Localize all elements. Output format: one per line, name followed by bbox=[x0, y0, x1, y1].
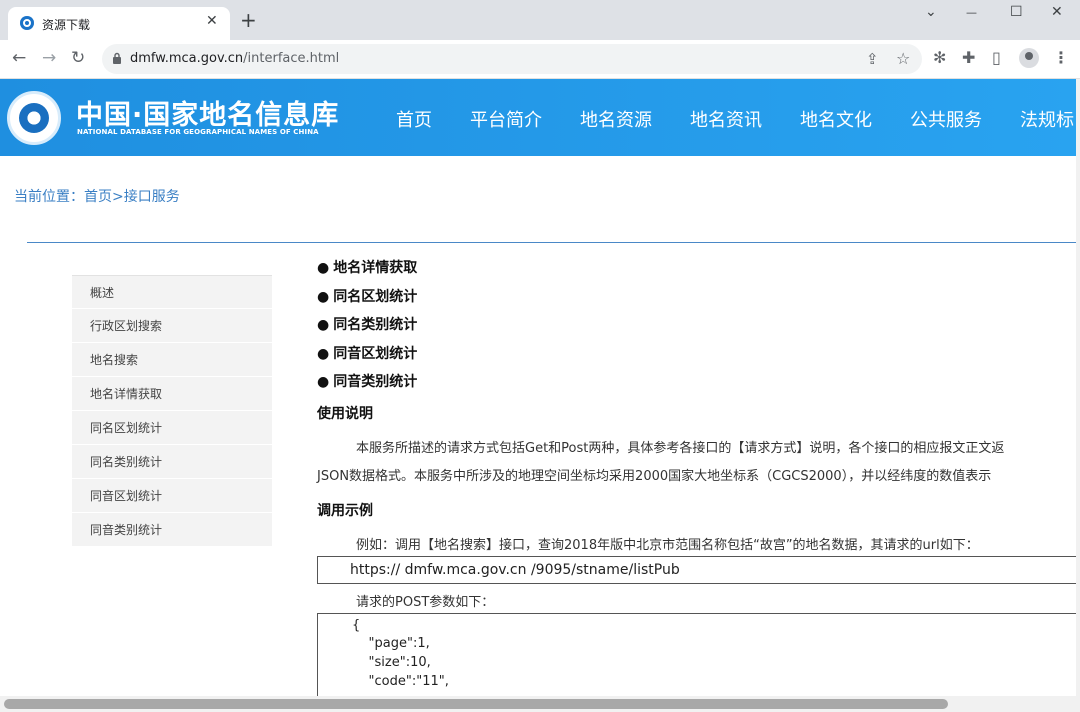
address-bar[interactable]: dmfw.mca.gov.cn/interface.html ⇪ ☆ bbox=[102, 44, 922, 74]
code-line: "page":1, bbox=[352, 636, 430, 651]
sidebar-item-place-detail[interactable]: 地名详情获取 bbox=[72, 377, 272, 411]
bullet-dot-icon: ● bbox=[317, 374, 330, 390]
bullet-text: 同名区划统计 bbox=[333, 288, 418, 305]
horizontal-scrollbar[interactable] bbox=[0, 696, 1080, 712]
usage-section-title: 使用说明 bbox=[317, 406, 373, 422]
post-params-code-block: { "page":1, "size":10, "code":"11", bbox=[317, 613, 1080, 703]
bullet-text: 地名详情获取 bbox=[333, 260, 418, 276]
new-tab-button[interactable]: + bbox=[240, 10, 257, 30]
list-item: ● 同名区划统计 bbox=[317, 286, 417, 315]
sidebar-item-same-name-division-stats[interactable]: 同名区划统计 bbox=[72, 411, 272, 445]
example-description: 例如：调用【地名搜索】接口，查询2018年版中北京市范围名称包括“故宫”的地名数… bbox=[356, 538, 979, 553]
browser-menu-icon[interactable]: ⋮ bbox=[1053, 48, 1069, 67]
nav-item-regulations[interactable]: 法规标 bbox=[1020, 106, 1074, 132]
code-line: "code":"11", bbox=[352, 674, 449, 689]
share-icon[interactable]: ⇪ bbox=[866, 50, 879, 68]
tab-title: 资源下载 bbox=[42, 18, 91, 32]
url-path: /interface.html bbox=[243, 51, 340, 66]
example-section-title: 调用示例 bbox=[317, 503, 373, 519]
list-item: ● 同音类别统计 bbox=[317, 371, 417, 400]
minimize-button[interactable]: — bbox=[966, 6, 977, 19]
sidebar-item-homophone-division-stats[interactable]: 同音区划统计 bbox=[72, 479, 272, 513]
puzzle-extensions-icon[interactable]: ✚ bbox=[962, 48, 975, 67]
site-logo-subtitle: NATIONAL DATABASE FOR GEOGRAPHICAL NAMES… bbox=[77, 128, 319, 136]
close-tab-icon[interactable]: ✕ bbox=[206, 13, 218, 29]
nav-item-home[interactable]: 首页 bbox=[396, 106, 432, 132]
close-window-button[interactable]: ✕ bbox=[1051, 4, 1063, 20]
usage-paragraph-line-1: 本服务所描述的请求方式包括Get和Post两种，具体参考各接口的【请求方式】说明… bbox=[356, 441, 1005, 456]
url-host: dmfw.mca.gov.cn bbox=[130, 51, 244, 66]
browser-toolbar: ← → ↻ dmfw.mca.gov.cn/interface.html ⇪ ☆ bbox=[0, 40, 1080, 79]
bullet-text: 同音类别统计 bbox=[333, 374, 418, 390]
vertical-scrollbar[interactable] bbox=[1076, 79, 1080, 696]
interface-bullet-list: ● 地名详情获取 ● 同名区划统计 ● 同名类别统计 ● 同音区划统计 ● 同音类别统计 bbox=[317, 257, 417, 400]
example-url-box: https:// dmfw.mca.gov.cn /9095/stname/li… bbox=[317, 556, 1080, 584]
site-logo-emblem-icon[interactable] bbox=[7, 91, 61, 145]
browser-tab-strip: 资源下载 ✕ + ⌄ — ☐ ✕ bbox=[0, 0, 1080, 40]
browser-tab[interactable]: 资源下载 ✕ bbox=[8, 7, 230, 40]
content-divider bbox=[27, 242, 1076, 243]
bullet-text: 同名类别统计 bbox=[333, 317, 418, 333]
list-item: ● 同名类别统计 bbox=[317, 314, 417, 343]
site-header: 中国·国家地名信息库 NATIONAL DATABASE FOR GEOGRAP… bbox=[0, 79, 1076, 156]
nav-item-resources[interactable]: 地名资源 bbox=[580, 106, 652, 132]
list-item: ● 地名详情获取 bbox=[317, 257, 417, 286]
tab-search-chevron-icon[interactable]: ⌄ bbox=[925, 4, 937, 20]
breadcrumb[interactable]: 当前位置：首页>接口服务 bbox=[14, 186, 180, 206]
bookmark-star-icon[interactable]: ☆ bbox=[896, 49, 910, 68]
profile-avatar-icon[interactable] bbox=[1019, 48, 1039, 68]
side-panel-icon[interactable]: ▯ bbox=[992, 48, 1001, 67]
sidebar-item-homophone-category-stats[interactable]: 同音类别统计 bbox=[72, 513, 272, 547]
code-line: "size":10, bbox=[352, 655, 431, 670]
nav-item-news[interactable]: 地名资讯 bbox=[690, 106, 762, 132]
lock-icon bbox=[113, 52, 121, 64]
sidebar-item-admin-division-search[interactable]: 行政区划搜索 bbox=[72, 309, 272, 343]
bullet-dot-icon: ● bbox=[317, 260, 330, 276]
forward-button[interactable]: → bbox=[42, 49, 56, 67]
back-button[interactable]: ← bbox=[12, 49, 26, 67]
sidebar-item-place-name-search[interactable]: 地名搜索 bbox=[72, 343, 272, 377]
site-logo-title[interactable]: 中国·国家地名信息库 bbox=[76, 93, 339, 132]
bullet-dot-icon: ● bbox=[317, 345, 330, 362]
sidebar-item-same-name-category-stats[interactable]: 同名类别统计 bbox=[72, 445, 272, 479]
bullet-dot-icon: ● bbox=[317, 317, 330, 333]
maximize-button[interactable]: ☐ bbox=[1010, 4, 1023, 20]
site-favicon-icon bbox=[20, 16, 34, 30]
usage-paragraph-line-2: JSON数据格式。本服务中所涉及的地理空间坐标均采用2000国家大地坐标系（CG… bbox=[317, 469, 992, 484]
reload-button[interactable]: ↻ bbox=[71, 49, 85, 67]
bullet-dot-icon: ● bbox=[317, 288, 330, 305]
bullet-text: 同音区划统计 bbox=[333, 345, 418, 362]
url-text: dmfw.mca.gov.cn/interface.html bbox=[130, 51, 339, 66]
extension-icon[interactable]: ✻ bbox=[933, 48, 946, 67]
list-item: ● 同音区划统计 bbox=[317, 343, 417, 372]
sidebar: 概述 行政区划搜索 地名搜索 地名详情获取 同名区划统计 同名类别统计 同音区划… bbox=[72, 275, 272, 547]
nav-item-public-service[interactable]: 公共服务 bbox=[910, 106, 982, 132]
code-line: { bbox=[352, 618, 361, 633]
nav-item-platform-intro[interactable]: 平台简介 bbox=[470, 106, 542, 132]
post-params-label: 请求的POST参数如下： bbox=[356, 595, 495, 610]
horizontal-scrollbar-thumb[interactable] bbox=[4, 699, 948, 709]
sidebar-item-overview[interactable]: 概述 bbox=[72, 275, 272, 309]
nav-item-culture[interactable]: 地名文化 bbox=[800, 106, 872, 132]
example-url-text: https:// dmfw.mca.gov.cn /9095/stname/li… bbox=[350, 562, 680, 578]
